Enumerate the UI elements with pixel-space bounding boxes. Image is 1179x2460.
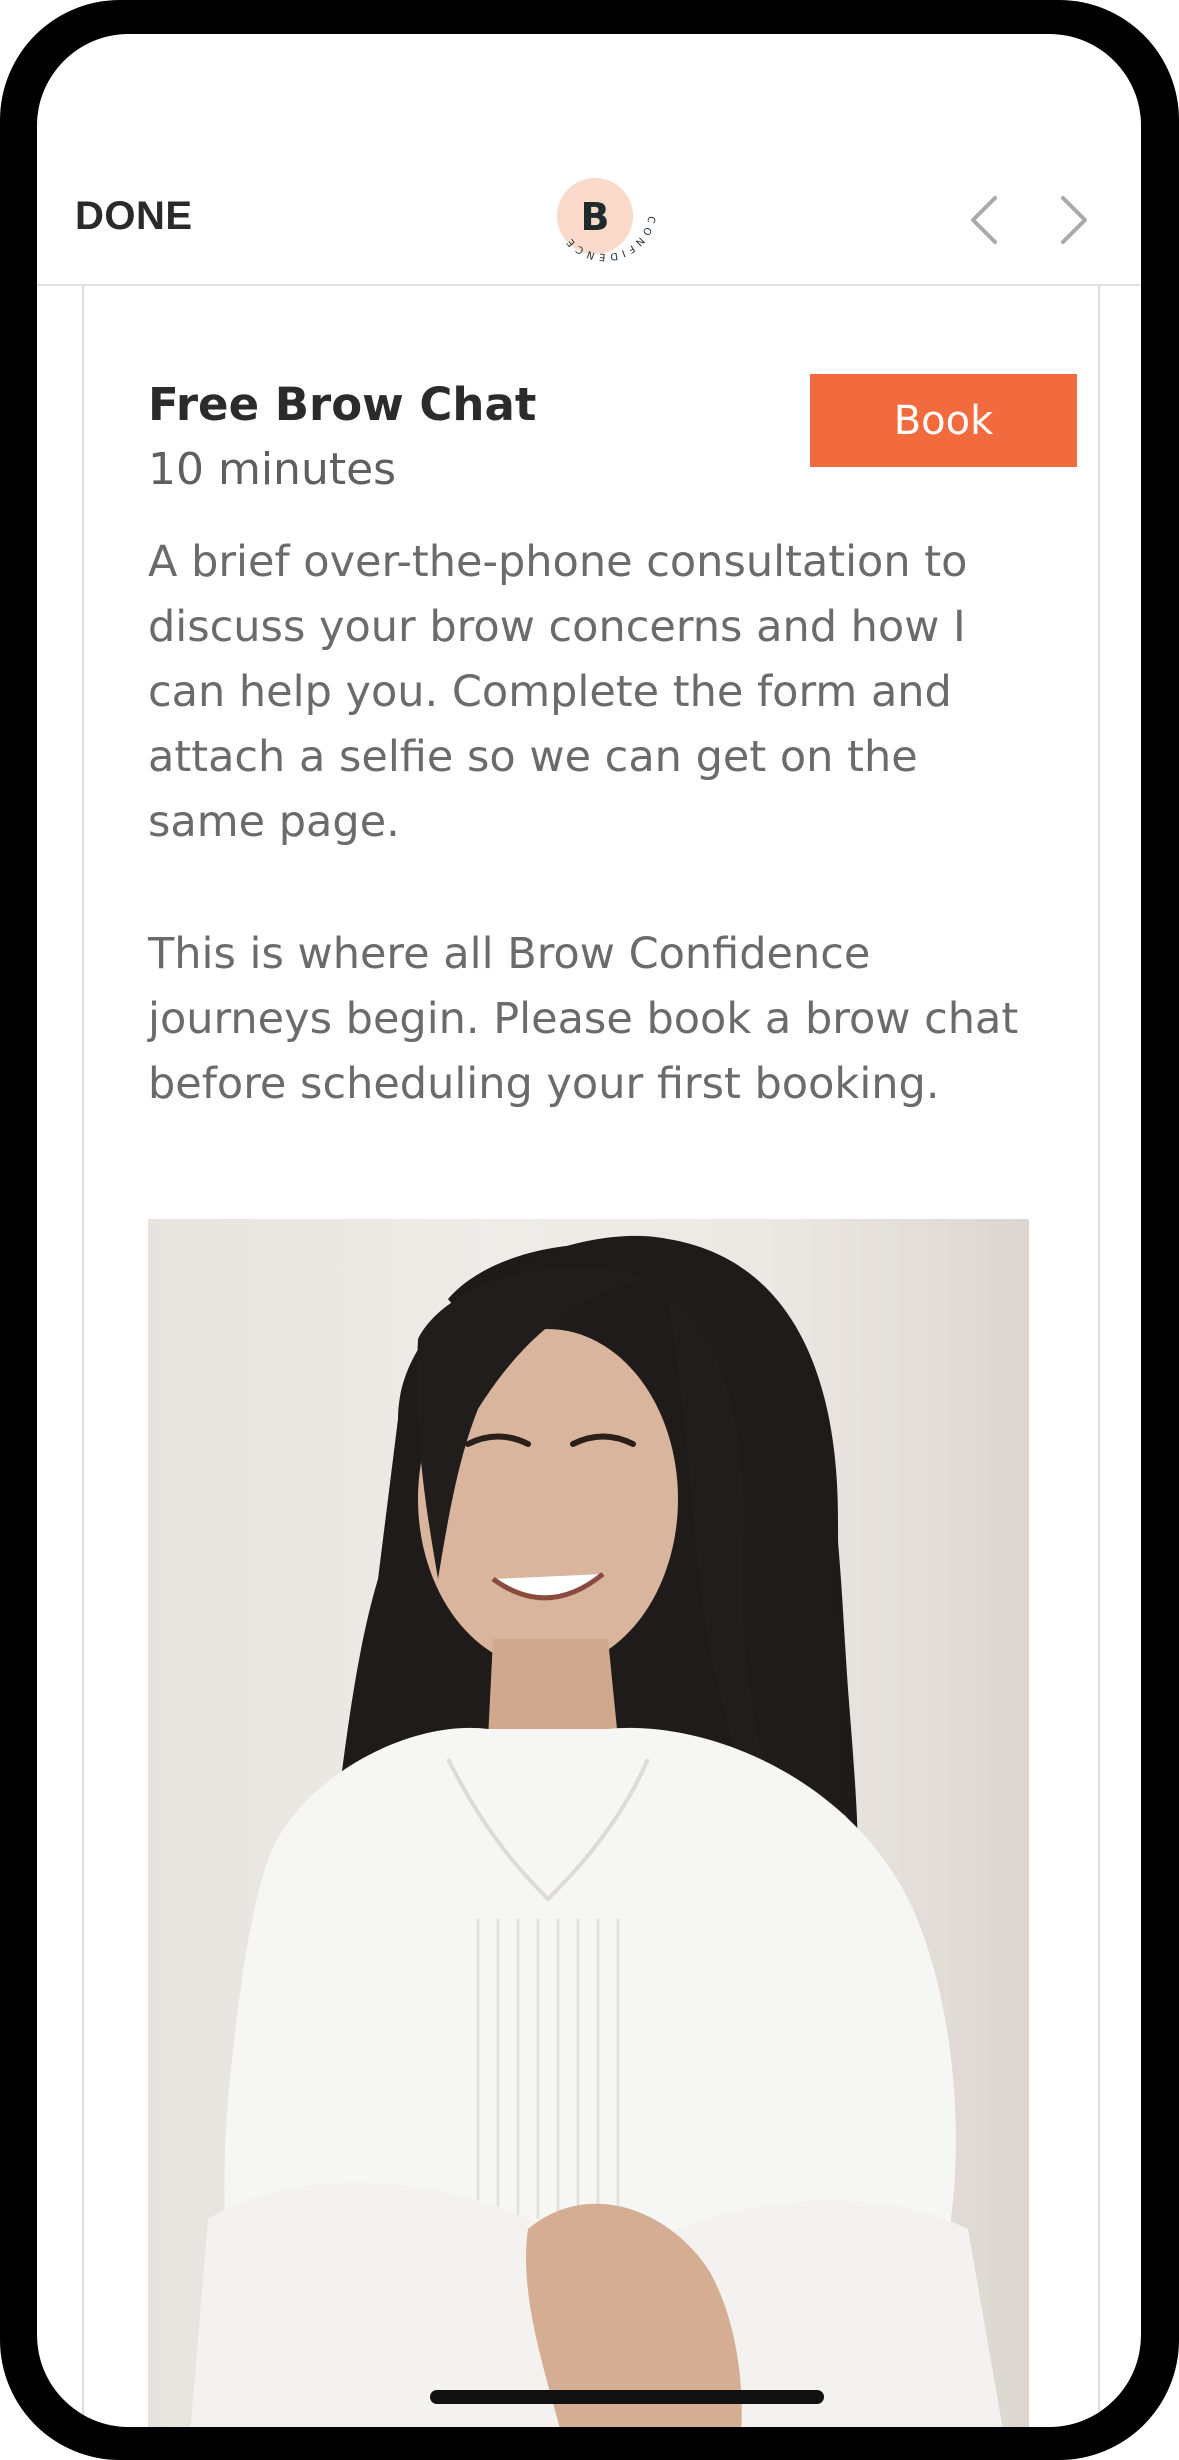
chevron-left-icon[interactable] bbox=[961, 190, 1011, 250]
book-button[interactable]: Book bbox=[810, 374, 1077, 467]
brow-confidence-logo-icon: B CONFIDENCE bbox=[557, 178, 653, 262]
top-navbar: DONE B CONFIDENCE bbox=[37, 34, 1141, 286]
portrait-illustration bbox=[190, 1235, 1003, 2427]
service-title: Free Brow Chat bbox=[148, 378, 537, 431]
service-duration: 10 minutes bbox=[148, 444, 397, 495]
phone-frame: DONE B CONFIDENCE Free Brow Chat 10 minu… bbox=[0, 0, 1179, 2460]
home-indicator[interactable] bbox=[430, 2390, 824, 2404]
screen: DONE B CONFIDENCE Free Brow Chat 10 minu… bbox=[37, 34, 1141, 2427]
done-button[interactable]: DONE bbox=[75, 194, 193, 239]
logo-letter: B bbox=[581, 195, 610, 239]
chevron-right-icon[interactable] bbox=[1047, 190, 1097, 250]
service-card: Free Brow Chat 10 minutes Book A brief o… bbox=[82, 286, 1100, 2427]
service-description: A brief over-the-phone consultation to d… bbox=[148, 537, 968, 847]
service-note: This is where all Brow Confidence journe… bbox=[148, 929, 1019, 1109]
service-photo bbox=[148, 1219, 1029, 2427]
